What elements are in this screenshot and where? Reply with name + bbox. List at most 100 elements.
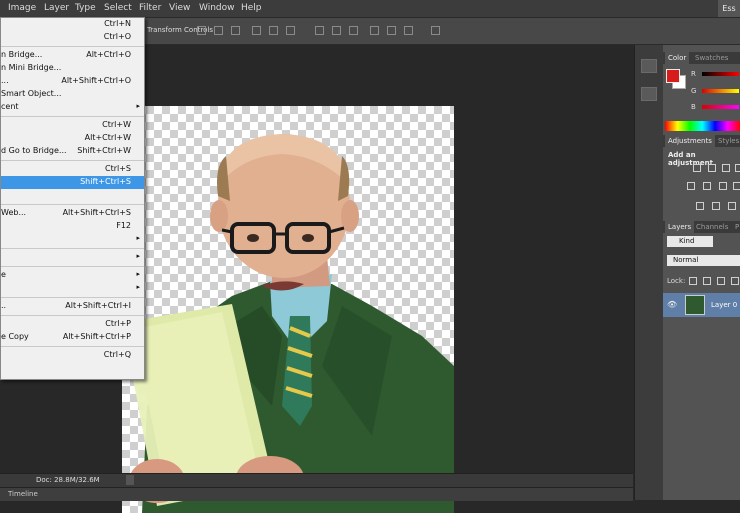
properties-panel-icon[interactable] bbox=[641, 87, 657, 101]
menu-view[interactable]: View bbox=[169, 3, 190, 13]
lock-position-icon[interactable] bbox=[717, 277, 725, 285]
menu-image[interactable]: Image bbox=[8, 3, 36, 13]
color-ramp[interactable] bbox=[665, 121, 740, 131]
file-menu-item[interactable]: Web... Alt+Shift+Ctrl+S bbox=[1, 207, 144, 220]
distribute-vcenter-icon[interactable] bbox=[332, 26, 341, 35]
right-panel-stack: Color Swatches R G B Adjustments Styles … bbox=[663, 45, 740, 500]
menu-select[interactable]: Select bbox=[104, 3, 132, 13]
menu-bar: Image Layer Type Select Filter View Wind… bbox=[0, 0, 740, 18]
file-menu-item[interactable]: ... Alt+Shift+Ctrl+O bbox=[1, 75, 144, 88]
file-menu-item[interactable]: F12 bbox=[1, 220, 144, 233]
tab-channels[interactable]: Channels bbox=[696, 223, 728, 231]
tab-styles[interactable]: Styles bbox=[718, 137, 739, 145]
levels-icon[interactable] bbox=[708, 164, 716, 172]
menu-separator bbox=[1, 46, 144, 47]
file-menu-item[interactable]: Smart Object... bbox=[1, 88, 144, 101]
align-right-icon[interactable] bbox=[286, 26, 295, 35]
file-menu-item[interactable]: cent ▸ bbox=[1, 101, 144, 114]
file-menu-item[interactable]: n Mini Bridge... bbox=[1, 62, 144, 75]
file-menu-item[interactable]: ▸ bbox=[1, 233, 144, 246]
color-balance-icon[interactable] bbox=[703, 182, 711, 190]
file-menu-item[interactable]: Ctrl+W bbox=[1, 119, 144, 132]
align-top-icon[interactable] bbox=[197, 26, 206, 35]
file-menu-item[interactable]: Ctrl+N bbox=[1, 18, 144, 31]
distribute-top-icon[interactable] bbox=[315, 26, 324, 35]
align-vcenter-icon[interactable] bbox=[214, 26, 223, 35]
tab-adjustments[interactable]: Adjustments bbox=[665, 135, 715, 147]
file-menu-item[interactable] bbox=[1, 189, 144, 202]
posterize-icon[interactable] bbox=[712, 202, 720, 210]
visibility-eye-icon[interactable]: 👁 bbox=[667, 300, 677, 309]
menu-layer[interactable]: Layer bbox=[44, 3, 69, 13]
vibrance-icon[interactable] bbox=[687, 182, 695, 190]
invert-icon[interactable] bbox=[696, 202, 704, 210]
exposure-icon[interactable] bbox=[735, 164, 740, 172]
tab-color[interactable]: Color bbox=[665, 52, 690, 64]
black-white-icon[interactable] bbox=[719, 182, 727, 190]
file-menu-item[interactable]: d Go to Bridge... Shift+Ctrl+W bbox=[1, 145, 144, 158]
menu-item-shortcut: Ctrl+O bbox=[103, 32, 131, 41]
distribute-hcenter-icon[interactable] bbox=[387, 26, 396, 35]
timeline-panel-tab[interactable]: Timeline bbox=[0, 487, 633, 501]
history-panel-icon[interactable] bbox=[641, 59, 657, 73]
submenu-arrow-icon: ▸ bbox=[136, 234, 140, 242]
layer-filter-select[interactable]: Kind bbox=[667, 236, 713, 247]
layer-thumbnail bbox=[685, 295, 705, 315]
file-menu-item[interactable]: .. Alt+Shift+Ctrl+I bbox=[1, 300, 144, 313]
menu-type[interactable]: Type bbox=[75, 3, 96, 13]
distribute-left-icon[interactable] bbox=[370, 26, 379, 35]
file-menu-item[interactable]: e ▸ bbox=[1, 269, 144, 282]
brightness-icon[interactable] bbox=[693, 164, 701, 172]
submenu-arrow-icon: ▸ bbox=[136, 102, 140, 110]
file-menu-item[interactable]: Ctrl+O bbox=[1, 31, 144, 44]
file-menu-item[interactable]: Ctrl+S bbox=[1, 163, 144, 176]
threshold-icon[interactable] bbox=[728, 202, 736, 210]
menu-item-label: e bbox=[1, 270, 6, 279]
auto-align-icon[interactable] bbox=[431, 26, 440, 35]
file-menu-item[interactable]: ▸ bbox=[1, 282, 144, 295]
distribute-right-icon[interactable] bbox=[404, 26, 413, 35]
doc-size-readout: Doc: 28.8M/32.6M bbox=[36, 476, 100, 484]
layers-panel-tabs: Layers Channels P bbox=[663, 221, 740, 233]
file-menu-item[interactable]: e Copy Alt+Shift+Ctrl+P bbox=[1, 331, 144, 344]
workspace-switcher[interactable]: Ess bbox=[718, 0, 740, 17]
menu-item-shortcut: Ctrl+N bbox=[104, 19, 131, 28]
align-left-icon[interactable] bbox=[252, 26, 261, 35]
menu-item-label: Web... bbox=[1, 208, 27, 217]
lock-transparent-icon[interactable] bbox=[689, 277, 697, 285]
green-slider[interactable] bbox=[702, 89, 739, 93]
file-menu-item[interactable]: Shift+Ctrl+S bbox=[1, 176, 144, 189]
menu-window[interactable]: Window bbox=[199, 3, 235, 13]
menu-item-shortcut: Alt+Ctrl+W bbox=[84, 133, 131, 142]
tab-paths[interactable]: P bbox=[735, 223, 739, 231]
photo-filter-icon[interactable] bbox=[733, 182, 740, 190]
file-menu-item[interactable]: Ctrl+P bbox=[1, 318, 144, 331]
menu-item-label: ... bbox=[1, 76, 9, 85]
tab-swatches[interactable]: Swatches bbox=[695, 54, 728, 62]
file-menu-item[interactable]: n Bridge... Alt+Ctrl+O bbox=[1, 49, 144, 62]
align-bottom-icon[interactable] bbox=[231, 26, 240, 35]
menu-filter[interactable]: Filter bbox=[139, 3, 161, 13]
document-canvas[interactable] bbox=[122, 106, 454, 513]
align-hcenter-icon[interactable] bbox=[269, 26, 278, 35]
file-menu-item[interactable]: ▸ bbox=[1, 251, 144, 264]
adjustments-panel-tabs: Adjustments Styles bbox=[663, 135, 740, 147]
lock-all-icon[interactable] bbox=[731, 277, 739, 285]
file-menu-item[interactable]: Ctrl+Q bbox=[1, 349, 144, 362]
layer-row[interactable]: 👁 Layer 0 bbox=[663, 293, 740, 317]
blend-mode-select[interactable]: Normal bbox=[667, 255, 740, 266]
menu-item-label: n Bridge... bbox=[1, 50, 43, 59]
tab-layers[interactable]: Layers bbox=[665, 221, 695, 233]
menu-separator bbox=[1, 204, 144, 205]
status-menu-arrow-icon[interactable] bbox=[126, 475, 134, 485]
timeline-label: Timeline bbox=[8, 490, 38, 498]
layer-name[interactable]: Layer 0 bbox=[711, 301, 737, 309]
curves-icon[interactable] bbox=[722, 164, 730, 172]
lock-image-icon[interactable] bbox=[703, 277, 711, 285]
distribute-bottom-icon[interactable] bbox=[349, 26, 358, 35]
menu-help[interactable]: Help bbox=[241, 3, 262, 13]
blue-slider[interactable] bbox=[702, 105, 739, 109]
file-menu-item[interactable]: Alt+Ctrl+W bbox=[1, 132, 144, 145]
menu-separator bbox=[1, 346, 144, 347]
red-slider[interactable] bbox=[702, 72, 739, 76]
